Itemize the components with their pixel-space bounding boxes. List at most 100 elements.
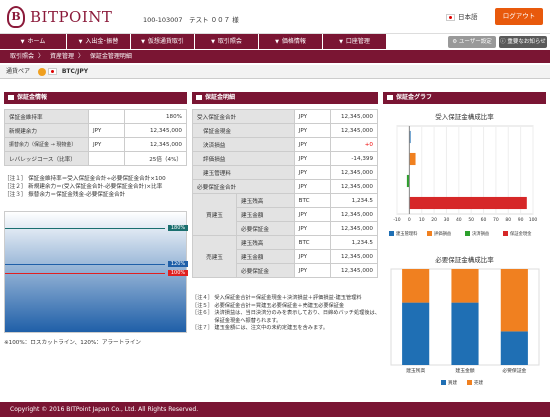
japan-flag-icon — [47, 68, 57, 75]
losscut-line — [5, 273, 165, 274]
x-tick-label: 50 — [468, 217, 474, 223]
row-unit: BTC — [293, 193, 331, 208]
note-line: ［注１］ 保証金維持率＝受入保証金合計÷必要保証金合計×100 — [4, 176, 166, 182]
panel-icon — [8, 95, 14, 100]
sell-group-label: 売建玉 — [192, 235, 237, 278]
row-label: 建玉金額 — [236, 249, 295, 264]
row-unit: JPY — [293, 221, 331, 236]
panel-title: 保証金グラフ — [396, 94, 433, 101]
table-row: 新規建余力 JPY 12,345,000 — [4, 123, 187, 138]
nav-price[interactable]: ▼ 価格情報 — [259, 34, 322, 49]
row-label: 振替余力（保証金 → 現物金） — [4, 137, 89, 152]
triangle-icon: ▼ — [211, 39, 215, 45]
legend-label: 評価損益 — [434, 230, 452, 237]
table-row: 受入保証金合計 JPY 12,345,000 — [192, 109, 379, 124]
x-tick-label: 必要保証金 — [502, 367, 526, 374]
breadcrumb-current: 保証金管理明細 — [89, 53, 132, 60]
main-nav: ▼ ホーム ▼ 入出金･振替 ▼ 仮想通貨取引 ▼ 取引照会 ▼ 価格情報 ▼ 口座管理 ⚙… — [0, 34, 550, 49]
header: B BITPOINT 100-103007 テスト ００７ 様 日本語 ログアウ… — [0, 0, 550, 34]
row-unit: JPY — [293, 263, 331, 278]
row-value: 12,345,000 — [329, 109, 379, 124]
losscut-line-label: 100% — [168, 270, 188, 276]
table-row: 売建玉 建玉残高 BTC 1,234.5 — [192, 235, 379, 278]
margin-info-header: 保証金情報 — [4, 92, 187, 104]
triangle-icon: ▼ — [141, 39, 145, 45]
note-line: ［注７］ 建玉金額には、注文中の未約定建玉を含みます。 — [192, 325, 329, 331]
row-unit: JPY — [293, 109, 331, 124]
row-unit: JPY — [293, 179, 331, 194]
bar-売建-建玉金額 — [451, 269, 479, 303]
legend-swatch — [389, 231, 394, 236]
brand-logo[interactable]: B — [7, 6, 25, 28]
legend-label: 買建 — [448, 379, 457, 386]
legend-swatch — [427, 231, 432, 236]
nav-label: 価格情報 — [281, 38, 306, 45]
table-row: 必要保証金合計 JPY 12,345,000 — [192, 179, 379, 194]
row-unit: JPY — [293, 249, 331, 264]
breadcrumb-sep: 〉 — [77, 53, 84, 60]
legend-swatch — [465, 231, 470, 236]
legend-label: 決済損益 — [472, 230, 490, 237]
note-line: ［注４］ 受入保証金合計＝保証金現金＋決済損益＋評価損益-建玉管理料 — [192, 295, 362, 301]
row-label: 必要保証金合計 — [192, 179, 295, 194]
account-name: テスト ００７ 様 — [189, 16, 239, 24]
user-settings-button[interactable]: ⚙ ユーザー設定 — [448, 36, 496, 48]
nav-label: ホーム — [27, 38, 46, 45]
breadcrumb-item[interactable]: 資産管理 — [50, 53, 74, 60]
row-label: 建玉残高 — [236, 193, 295, 208]
row-label: 保証金維持率 — [4, 109, 89, 124]
account-id: 100-103007 — [143, 16, 183, 24]
row-unit: JPY — [88, 137, 125, 152]
pair-value[interactable]: BTC/JPY — [62, 68, 88, 75]
panel-title: 保証金明細 — [205, 94, 236, 101]
x-tick-label: -10 — [393, 217, 400, 223]
notices-button[interactable]: ⓘ 重要なお知らせ — [499, 36, 547, 48]
account-info: 100-103007 テスト ００７ 様 — [143, 14, 239, 24]
margin-info-table: 保証金維持率 180% 新規建余力 JPY 12,345,000 振替余力（保証金 →… — [4, 109, 187, 166]
triangle-icon: ▼ — [78, 39, 83, 45]
margin-detail-header: 保証金明細 — [192, 92, 378, 104]
row-unit: BTC — [293, 235, 331, 250]
detail-notes: ［注４］ 受入保証金合計＝保証金現金＋決済損益＋評価損益-建玉管理料 ［注５］ … — [192, 295, 380, 333]
legend-swatch — [467, 380, 472, 385]
x-tick-label: 40 — [456, 217, 462, 223]
breadcrumb-sep: 〉 — [38, 53, 45, 60]
bar-評価損益 — [409, 152, 416, 166]
row-value: 1,234.5 — [329, 193, 379, 208]
gear-icon: ⚙ — [452, 39, 459, 45]
note-line: 保証金現金へ振替られます。 — [192, 317, 282, 324]
row-unit: JPY — [293, 165, 331, 180]
x-tick-label: 建玉残高 — [406, 367, 425, 374]
breadcrumb: 取引照会〉 資産管理〉 保証金管理明細 — [0, 50, 550, 63]
nav-home[interactable]: ▼ ホーム — [0, 34, 66, 49]
legend-label: 保証金現金 — [510, 230, 532, 237]
nav-inquiry[interactable]: ▼ 取引照会 — [195, 34, 258, 49]
chart1-title: 受入保証金構成比率 — [435, 113, 494, 121]
row-unit: JPY — [293, 137, 331, 152]
footer: Copyright © 2016 BITPoint Japan Co., Ltd… — [0, 402, 550, 417]
row-label: 新規建余力 — [4, 123, 89, 138]
x-tick-label: 70 — [493, 217, 499, 223]
nav-label: 取引照会 — [217, 38, 242, 45]
table-row: 建玉管理料 JPY 12,345,000 — [192, 165, 379, 180]
note-line: ［注２］ 新規建余力＝(受入保証金合計-必要保証金合計)×比率 — [4, 184, 163, 190]
language-selector[interactable]: 日本語 — [446, 11, 478, 21]
logout-button[interactable]: ログアウト — [495, 8, 543, 25]
nav-trade[interactable]: ▼ 仮想通貨取引 — [131, 34, 194, 49]
row-value: 12,345,000 — [329, 207, 379, 222]
table-row: 振替余力（保証金 → 現物金） JPY 12,345,000 — [4, 137, 187, 152]
nav-label: 仮想通貨取引 — [147, 38, 184, 45]
row-value: 25倍（4%） — [124, 151, 187, 166]
x-tick-label: 80 — [505, 217, 511, 223]
japan-flag-icon — [446, 13, 455, 21]
x-tick-label: 0 — [408, 217, 411, 223]
pair-label: 通貨ペア — [6, 68, 31, 75]
row-value: -14,399 — [329, 151, 379, 166]
row-unit — [88, 151, 125, 166]
breadcrumb-item[interactable]: 取引照会 — [10, 53, 34, 60]
nav-account[interactable]: ▼ 口座管理 — [323, 34, 386, 49]
gauge-note: ※100%：ロスカットライン、120%：アラートライン — [4, 340, 142, 346]
nav-deposit[interactable]: ▼ 入出金･振替 — [67, 34, 130, 49]
legend-swatch — [503, 231, 508, 236]
margin-detail-table: 受入保証金合計 JPY 12,345,000 保証金現金 JPY 12,345,000 … — [192, 109, 379, 278]
